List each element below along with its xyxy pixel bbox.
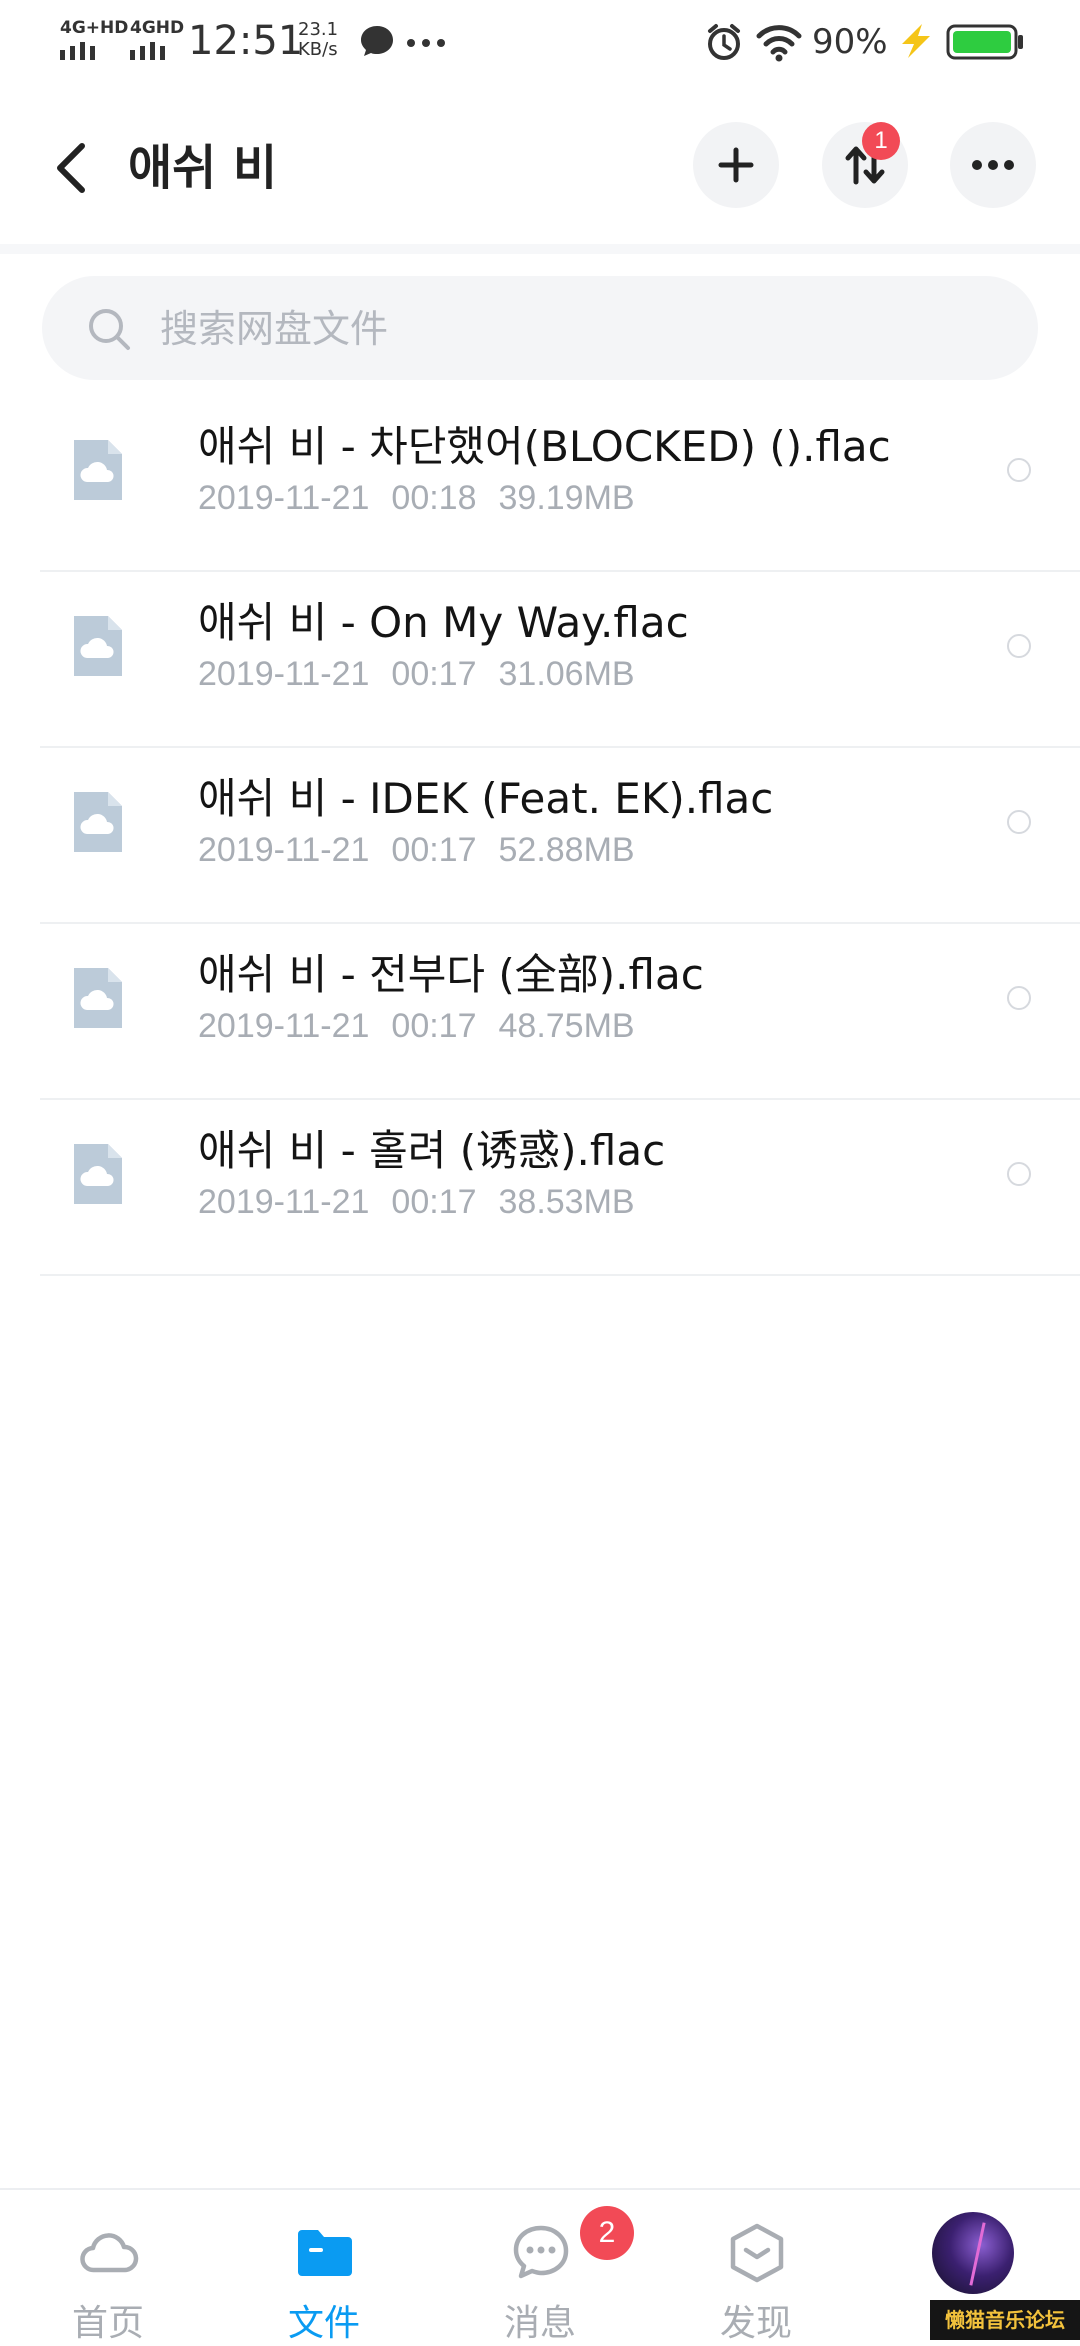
back-button[interactable] bbox=[44, 132, 100, 204]
watermark: 懒猫音乐论坛 bbox=[930, 2300, 1080, 2340]
file-meta: 2019-11-21 00:17 31.06MB bbox=[198, 652, 657, 696]
header: 애쉬 비 1 bbox=[0, 86, 1080, 246]
file-date: 2019-11-21 bbox=[198, 1183, 370, 1221]
file-name: 애쉬 비 - 전부다 (全部).flac bbox=[198, 950, 704, 999]
file-list: 애쉬 비 - 차단했어(BLOCKED) ().flac 2019-11-21 0… bbox=[0, 396, 1080, 1276]
network-label-2: 4GHD bbox=[130, 18, 185, 38]
file-time: 00:17 bbox=[391, 1183, 477, 1221]
clock: 12:51 bbox=[188, 18, 304, 64]
file-row[interactable]: 애쉬 비 - 전부다 (全部).flac 2019-11-21 00:17 48.7… bbox=[0, 924, 1080, 1100]
cloud-file-icon bbox=[74, 440, 122, 500]
nav-messages[interactable]: 2 消息 bbox=[432, 2190, 648, 2344]
nav-discover-label: 发现 bbox=[719, 2303, 792, 2344]
battery-icon bbox=[946, 24, 1023, 60]
nav-files[interactable]: 文件 bbox=[216, 2190, 432, 2344]
select-checkbox[interactable] bbox=[1007, 986, 1031, 1010]
file-row[interactable]: 애쉬 비 - 차단했어(BLOCKED) ().flac 2019-11-21 0… bbox=[0, 396, 1080, 572]
bottom-nav: 首页 文件 2 消息 发现 bbox=[0, 2188, 1080, 2344]
plus-icon bbox=[718, 147, 754, 183]
file-time: 00:17 bbox=[391, 1007, 477, 1045]
select-checkbox[interactable] bbox=[1007, 458, 1031, 482]
signal-icon-1 bbox=[60, 42, 95, 60]
cloud-icon bbox=[80, 2233, 139, 2273]
more-button[interactable] bbox=[950, 122, 1036, 208]
file-time: 00:17 bbox=[391, 831, 477, 869]
speed-value: 23.1 bbox=[298, 19, 339, 40]
header-divider bbox=[0, 244, 1080, 254]
signal-icon-2 bbox=[130, 42, 165, 60]
file-meta: 2019-11-21 00:18 39.19MB bbox=[198, 476, 657, 520]
nav-home-label: 首页 bbox=[71, 2303, 144, 2344]
nav-home[interactable]: 首页 bbox=[0, 2190, 216, 2344]
transfer-button[interactable]: 1 bbox=[822, 122, 908, 208]
network-label-1: 4G+HD bbox=[60, 18, 129, 38]
file-name: 애쉬 비 - IDEK (Feat. EK).flac bbox=[198, 774, 774, 823]
avatar[interactable] bbox=[932, 2212, 1014, 2294]
search-input[interactable] bbox=[158, 276, 1012, 382]
chat-icon bbox=[513, 2225, 569, 2279]
file-size: 52.88MB bbox=[498, 831, 635, 869]
charging-icon bbox=[902, 24, 930, 58]
select-checkbox[interactable] bbox=[1007, 1162, 1031, 1186]
transfer-badge: 1 bbox=[862, 122, 900, 160]
file-time: 00:17 bbox=[391, 655, 477, 693]
file-meta: 2019-11-21 00:17 52.88MB bbox=[198, 828, 657, 872]
file-row[interactable]: 애쉬 비 - IDEK (Feat. EK).flac 2019-11-21 00… bbox=[0, 748, 1080, 924]
more-icon bbox=[972, 160, 1014, 170]
select-checkbox[interactable] bbox=[1007, 810, 1031, 834]
file-date: 2019-11-21 bbox=[198, 655, 370, 693]
wifi-icon bbox=[756, 25, 802, 62]
cloud-file-icon bbox=[74, 616, 122, 676]
file-size: 38.53MB bbox=[498, 1183, 635, 1221]
speed-unit: KB/s bbox=[298, 39, 338, 60]
add-button[interactable] bbox=[693, 122, 779, 208]
search-icon bbox=[89, 309, 130, 350]
cloud-file-icon bbox=[74, 968, 122, 1028]
file-size: 31.06MB bbox=[498, 655, 635, 693]
file-name: 애쉬 비 - On My Way.flac bbox=[198, 598, 689, 647]
page-title: 애쉬 비 bbox=[128, 140, 278, 196]
cloud-file-icon bbox=[74, 792, 122, 852]
file-time: 00:18 bbox=[391, 479, 477, 517]
file-row[interactable]: 애쉬 비 - On My Way.flac 2019-11-21 00:17 31.… bbox=[0, 572, 1080, 748]
messages-badge: 2 bbox=[580, 2206, 634, 2260]
alarm-icon bbox=[708, 24, 740, 60]
status-bar: 4G+HD 4GHD 12:51 23.1 KB/s 90% bbox=[0, 0, 1080, 86]
folder-icon bbox=[298, 2230, 352, 2276]
file-meta: 2019-11-21 00:17 38.53MB bbox=[198, 1180, 657, 1224]
network-speed: 23.1 KB/s bbox=[298, 20, 338, 60]
file-date: 2019-11-21 bbox=[198, 479, 370, 517]
file-date: 2019-11-21 bbox=[198, 831, 370, 869]
file-row[interactable]: 애쉬 비 - 홀려 (诱惑).flac 2019-11-21 00:17 38.53… bbox=[0, 1100, 1080, 1276]
cloud-file-icon bbox=[74, 1144, 122, 1204]
file-date: 2019-11-21 bbox=[198, 1007, 370, 1045]
search-bar[interactable] bbox=[42, 276, 1038, 382]
message-notification-icon bbox=[361, 26, 393, 56]
nav-discover[interactable]: 发现 bbox=[648, 2190, 864, 2344]
more-notifications-icon bbox=[407, 39, 445, 47]
file-size: 39.19MB bbox=[498, 479, 635, 517]
file-name: 애쉬 비 - 차단했어(BLOCKED) ().flac bbox=[198, 422, 891, 471]
discover-icon bbox=[730, 2223, 784, 2283]
file-name: 애쉬 비 - 홀려 (诱惑).flac bbox=[198, 1126, 666, 1175]
select-checkbox[interactable] bbox=[1007, 634, 1031, 658]
file-meta: 2019-11-21 00:17 48.75MB bbox=[198, 1004, 657, 1048]
nav-messages-label: 消息 bbox=[503, 2303, 576, 2344]
file-size: 48.75MB bbox=[498, 1007, 635, 1045]
nav-files-label: 文件 bbox=[287, 2303, 360, 2344]
battery-percent: 90% bbox=[812, 22, 888, 62]
